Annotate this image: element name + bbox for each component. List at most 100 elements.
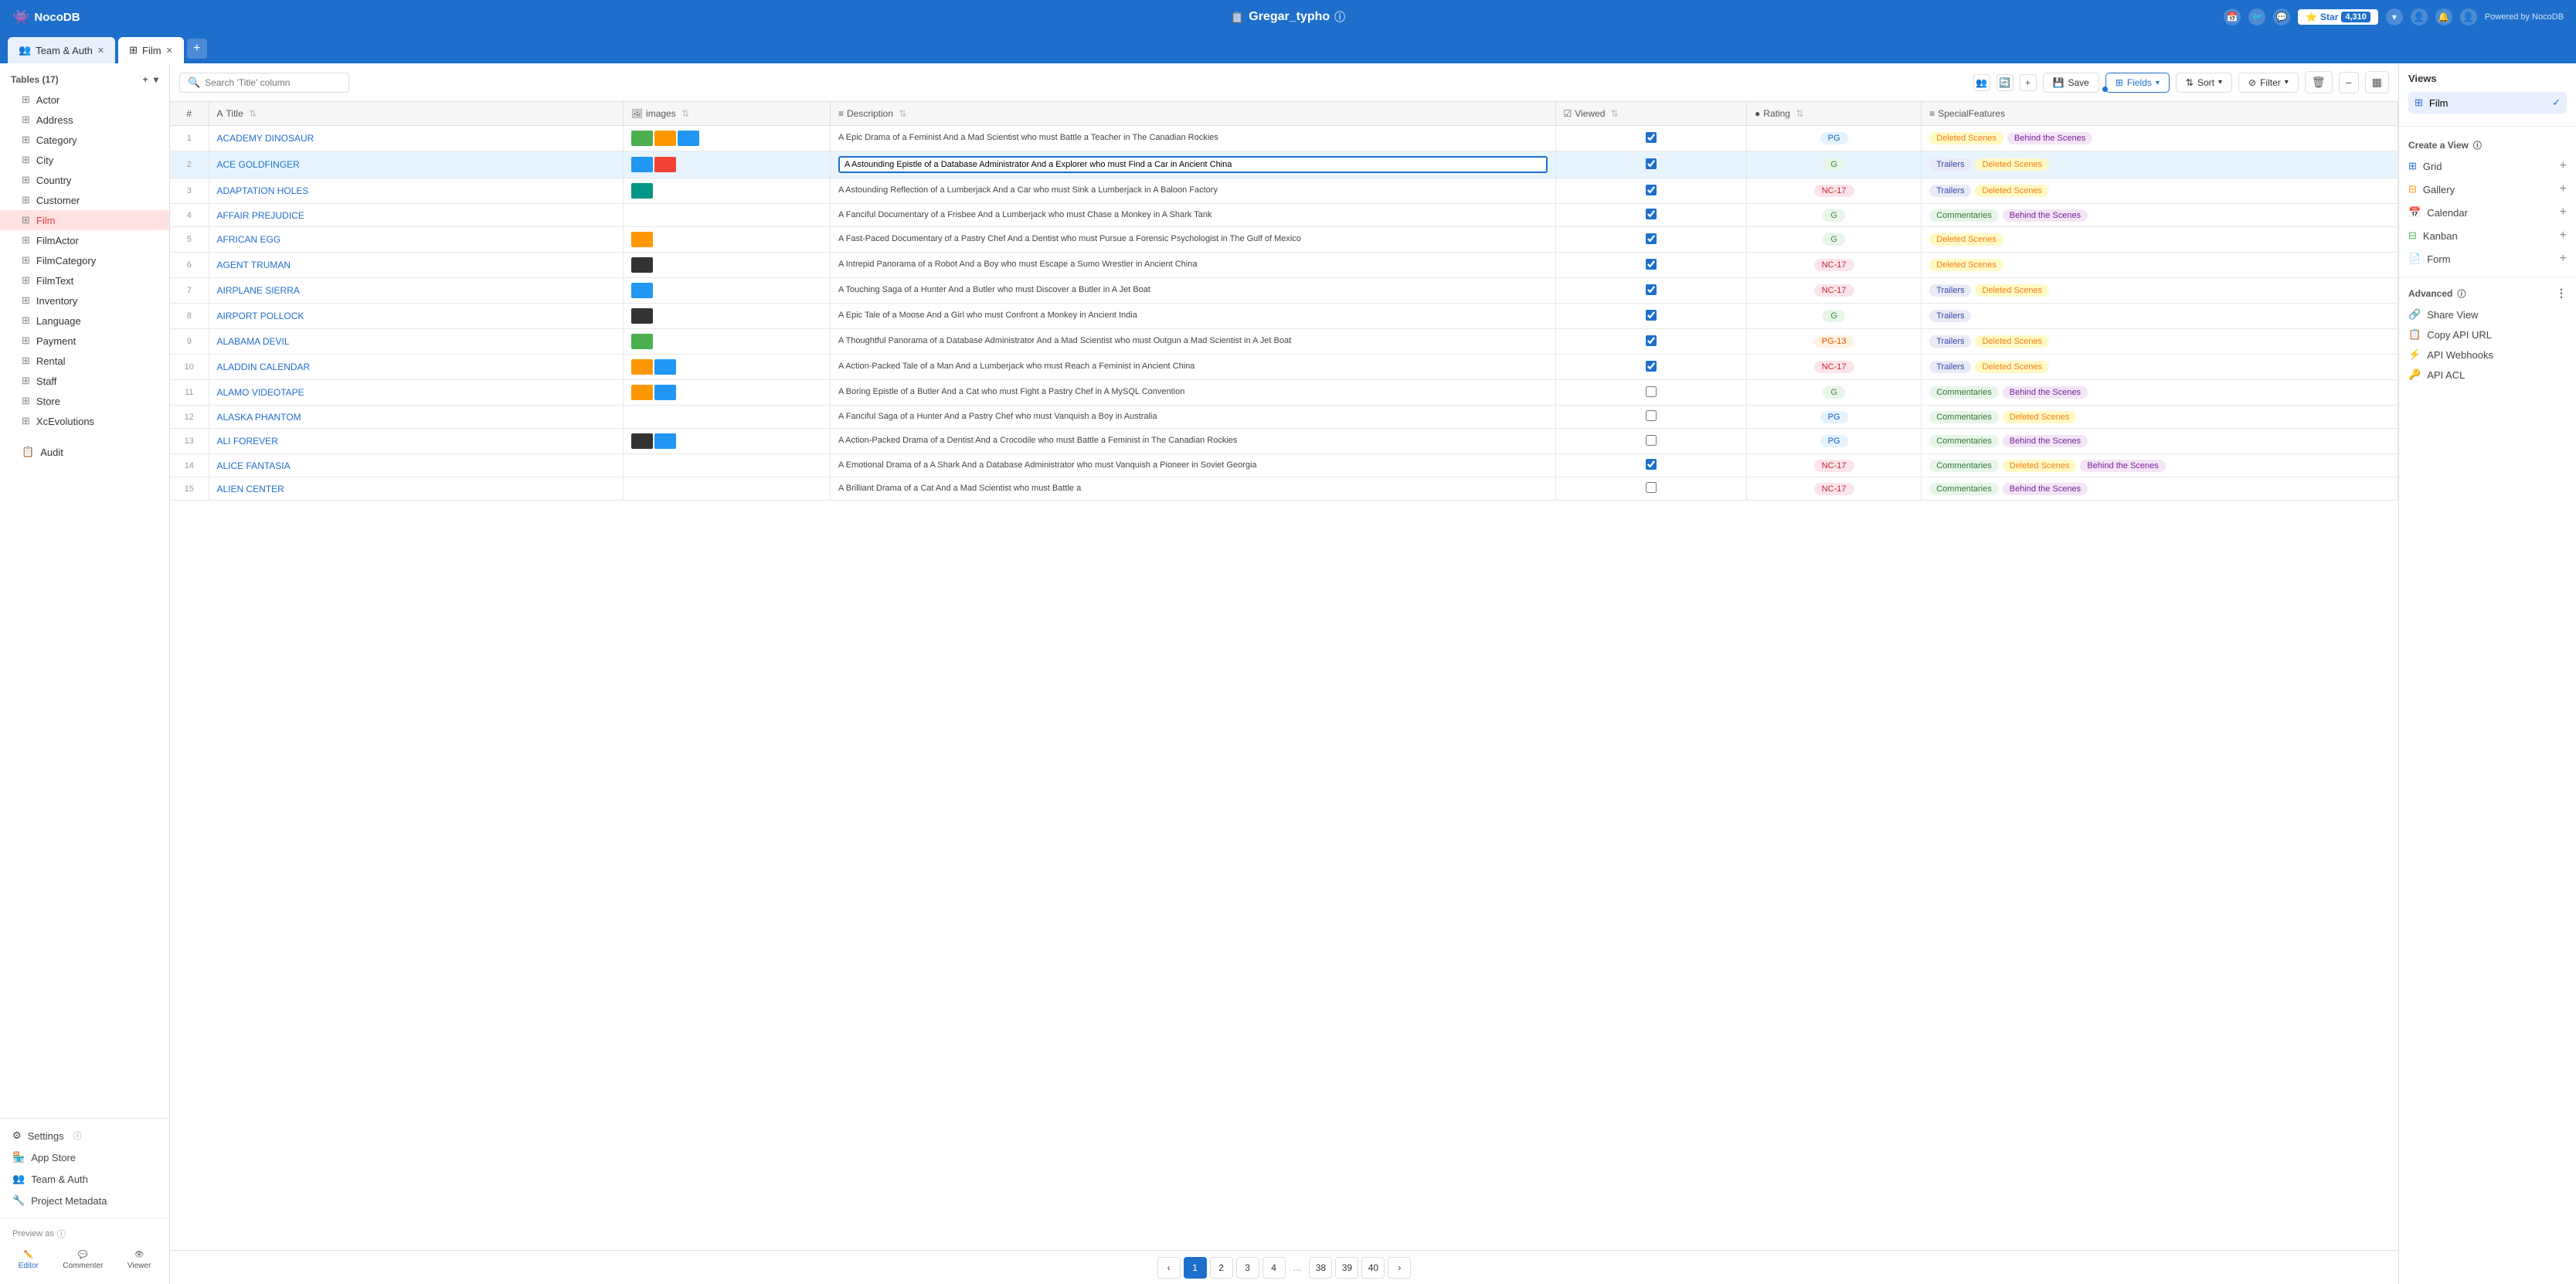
col-special-features[interactable]: ≡SpecialFeatures: [1922, 102, 2398, 126]
viewed-checkbox[interactable]: [1646, 284, 1657, 295]
add-table-icon[interactable]: +: [143, 74, 148, 85]
col-rating[interactable]: ●Rating ⇅: [1747, 102, 1922, 126]
row-description[interactable]: A Fast-Paced Documentary of a Pastry Che…: [830, 227, 1555, 253]
row-viewed[interactable]: [1555, 380, 1747, 406]
viewed-checkbox[interactable]: [1646, 259, 1657, 270]
viewed-checkbox[interactable]: [1646, 209, 1657, 219]
row-title[interactable]: AIRPLANE SIERRA: [209, 278, 623, 304]
row-viewed[interactable]: [1555, 253, 1747, 278]
row-title[interactable]: ALIEN CENTER: [209, 477, 623, 501]
viewed-checkbox[interactable]: [1646, 459, 1657, 470]
view-item-film[interactable]: ⊞ Film ✓: [2408, 92, 2567, 114]
row-description[interactable]: A Intrepid Panorama of a Robot And a Boy…: [830, 253, 1555, 278]
star-button[interactable]: ⭐ Star 4,310: [2298, 9, 2378, 25]
row-viewed[interactable]: [1555, 151, 1747, 178]
viewed-checkbox[interactable]: [1646, 185, 1657, 195]
sidebar-item-xcevolutions[interactable]: ⊞ XcEvolutions: [0, 411, 169, 431]
user-nav-icon[interactable]: 👤: [2411, 8, 2428, 25]
calendar-nav-icon[interactable]: 📅: [2224, 8, 2241, 25]
sidebar-item-actor[interactable]: ⊞ Actor: [0, 90, 169, 110]
page-3-btn[interactable]: 3: [1236, 1257, 1259, 1279]
create-calendar-view[interactable]: 📅 Calendar +: [2399, 201, 2576, 224]
page-4-btn[interactable]: 4: [1263, 1257, 1286, 1279]
minus-toolbar-btn[interactable]: −: [2339, 72, 2359, 93]
row-title[interactable]: AIRPORT POLLOCK: [209, 304, 623, 329]
row-title[interactable]: AFRICAN EGG: [209, 227, 623, 253]
create-gallery-view[interactable]: ⊟ Gallery +: [2399, 178, 2576, 201]
row-description[interactable]: A Brilliant Drama of a Cat And a Mad Sci…: [830, 477, 1555, 501]
row-description[interactable]: A Boring Epistle of a Butler And a Cat w…: [830, 380, 1555, 406]
next-page-btn[interactable]: ›: [1388, 1257, 1411, 1279]
share-view-item[interactable]: 🔗 Share View: [2408, 304, 2567, 324]
page-2-btn[interactable]: 2: [1210, 1257, 1233, 1279]
add-row-btn[interactable]: +: [2020, 74, 2037, 91]
row-viewed[interactable]: [1555, 477, 1747, 501]
sidebar-item-customer[interactable]: ⊞ Customer: [0, 190, 169, 210]
row-title[interactable]: AFFAIR PREJUDICE: [209, 204, 623, 227]
sidebar-item-rental[interactable]: ⊞ Rental: [0, 351, 169, 371]
row-viewed[interactable]: [1555, 355, 1747, 380]
api-webhooks-item[interactable]: ⚡ API Webhooks: [2408, 345, 2567, 365]
sidebar-item-filmactor[interactable]: ⊞ FilmActor: [0, 230, 169, 250]
row-description[interactable]: A Action-Packed Drama of a Dentist And a…: [830, 429, 1555, 454]
row-title[interactable]: ACE GOLDFINGER: [209, 151, 623, 178]
row-description[interactable]: A Epic Tale of a Moose And a Girl who mu…: [830, 304, 1555, 329]
sidebar-item-staff[interactable]: ⊞ Staff: [0, 371, 169, 391]
row-description[interactable]: A Emotional Drama of a A Shark And a Dat…: [830, 454, 1555, 477]
row-description[interactable]: A Astounding Reflection of a Lumberjack …: [830, 178, 1555, 204]
preview-commenter-btn[interactable]: 💬 Commenter: [56, 1248, 109, 1273]
row-description[interactable]: [830, 151, 1555, 178]
col-description[interactable]: ≡Description ⇅: [830, 102, 1555, 126]
sidebar-item-address[interactable]: ⊞ Address: [0, 110, 169, 130]
preview-viewer-btn[interactable]: 👁 Viewer: [121, 1248, 157, 1273]
search-input[interactable]: [205, 77, 328, 88]
tab-film[interactable]: ⊞ Film ✕: [118, 37, 184, 63]
sidebar-item-city[interactable]: ⊞ City: [0, 150, 169, 170]
prev-page-btn[interactable]: ‹: [1157, 1257, 1181, 1279]
filter-button[interactable]: ⊘ Filter ▾: [2238, 73, 2299, 93]
viewed-checkbox[interactable]: [1646, 132, 1657, 143]
col-images[interactable]: 🖼images ⇅: [623, 102, 830, 126]
row-title[interactable]: AGENT TRUMAN: [209, 253, 623, 278]
page-38-btn[interactable]: 38: [1309, 1257, 1332, 1279]
col-viewed[interactable]: ☑Viewed ⇅: [1555, 102, 1747, 126]
row-title[interactable]: ADAPTATION HOLES: [209, 178, 623, 204]
advanced-more-icon[interactable]: ⋮: [2556, 287, 2567, 300]
create-form-view[interactable]: 📄 Form +: [2399, 247, 2576, 270]
row-description[interactable]: A Thoughtful Panorama of a Database Admi…: [830, 329, 1555, 355]
discord-icon[interactable]: 💬: [2273, 8, 2290, 25]
sidebar-item-category[interactable]: ⊞ Category: [0, 130, 169, 150]
row-title[interactable]: ALI FOREVER: [209, 429, 623, 454]
tab-team-auth[interactable]: 👥 Team & Auth ✕: [8, 37, 115, 63]
col-title[interactable]: ATitle ⇅: [209, 102, 623, 126]
description-edit-input[interactable]: [838, 156, 1548, 173]
sidebar-item-filmtext[interactable]: ⊞ FilmText: [0, 270, 169, 290]
row-title[interactable]: ALABAMA DEVIL: [209, 329, 623, 355]
row-title[interactable]: ACADEMY DINOSAUR: [209, 126, 623, 151]
viewed-checkbox[interactable]: [1646, 310, 1657, 321]
sidebar-item-filmcategory[interactable]: ⊞ FilmCategory: [0, 250, 169, 270]
settings-header[interactable]: ⚙ Settings ⓘ: [0, 1125, 169, 1146]
row-viewed[interactable]: [1555, 304, 1747, 329]
sidebar-item-app-store[interactable]: 🏪 App Store: [0, 1146, 169, 1168]
preview-editor-btn[interactable]: ✏️ Editor: [12, 1248, 45, 1273]
row-title[interactable]: ALICE FANTASIA: [209, 454, 623, 477]
row-description[interactable]: A Action-Packed Tale of a Man And a Lumb…: [830, 355, 1555, 380]
save-button[interactable]: 💾 Save: [2043, 73, 2099, 93]
create-grid-view[interactable]: ⊞ Grid +: [2399, 155, 2576, 178]
row-viewed[interactable]: [1555, 429, 1747, 454]
sidebar-item-country[interactable]: ⊞ Country: [0, 170, 169, 190]
sort-button[interactable]: ⇅ Sort ▾: [2176, 73, 2232, 93]
sidebar-item-store[interactable]: ⊞ Store: [0, 391, 169, 411]
delete-toolbar-btn[interactable]: 🗑: [2305, 71, 2333, 93]
viewed-checkbox[interactable]: [1646, 233, 1657, 244]
row-viewed[interactable]: [1555, 454, 1747, 477]
row-description[interactable]: A Fanciful Documentary of a Frisbee And …: [830, 204, 1555, 227]
row-viewed[interactable]: [1555, 278, 1747, 304]
viewed-checkbox[interactable]: [1646, 435, 1657, 446]
sidebar-item-film[interactable]: ⊞ Film: [0, 210, 169, 230]
tab-team-auth-close[interactable]: ✕: [97, 46, 104, 56]
layout-toolbar-btn[interactable]: ▦: [2365, 71, 2389, 93]
refresh-icon-btn[interactable]: 🔄: [1997, 74, 2014, 91]
sidebar-item-team-auth[interactable]: 👥 Team & Auth: [0, 1168, 169, 1190]
